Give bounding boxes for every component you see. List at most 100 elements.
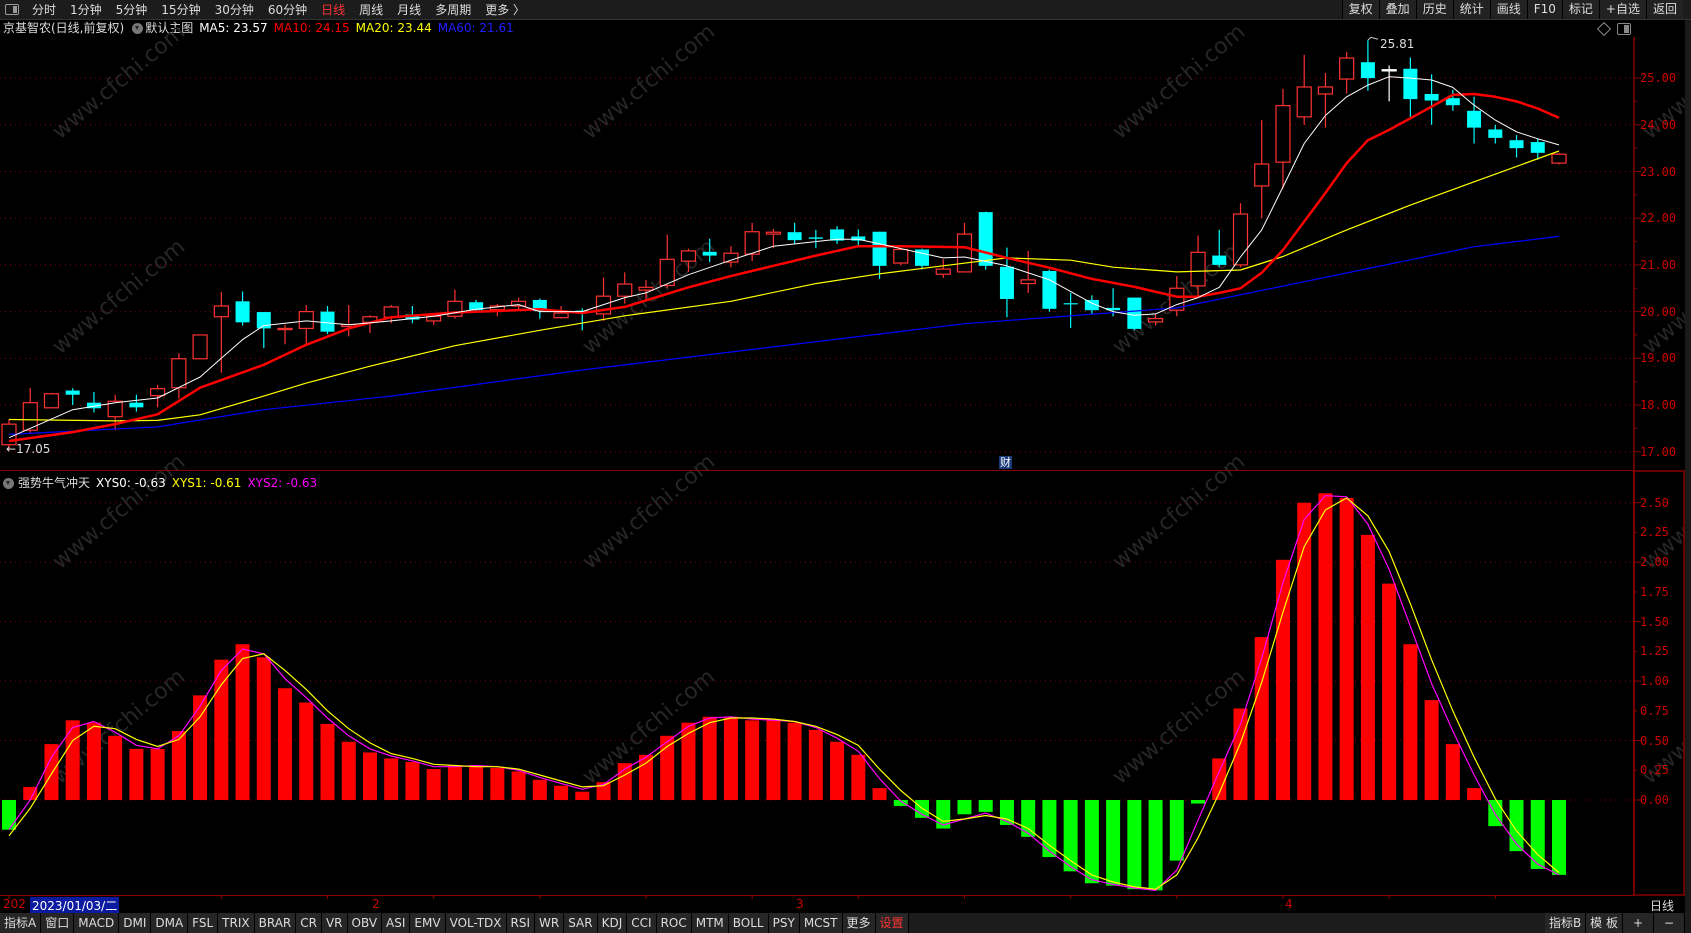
xys0-bar — [193, 695, 208, 800]
candle-body — [744, 231, 760, 255]
xys1-value: XYS1: -0.61 — [171, 476, 242, 490]
xys0-bar — [851, 754, 866, 800]
xys0-bar — [957, 800, 972, 815]
vertical-scrollbar[interactable] — [1685, 20, 1691, 913]
indicator-tab[interactable]: PSY — [768, 913, 800, 933]
indicator-tab[interactable]: ASI — [382, 913, 411, 933]
watermark: www.cfchi.com — [48, 449, 190, 574]
indicator-tab[interactable]: VR — [321, 913, 348, 933]
ma60-line — [8, 235, 1560, 435]
candle-body — [277, 327, 293, 331]
candle-body — [1212, 255, 1227, 265]
xys0-bar — [1084, 800, 1099, 884]
indicator-tab[interactable]: MTM — [691, 913, 729, 933]
indicator-b-button[interactable]: 指标B — [1544, 913, 1587, 933]
candle-body — [1530, 142, 1545, 153]
candle-body — [1296, 86, 1312, 118]
indicator-tab[interactable]: VOL-TDX — [445, 913, 507, 933]
indicator-tab[interactable]: SAR — [564, 913, 598, 933]
y-tick-label: 23.00 — [1640, 164, 1677, 179]
indicator-tab[interactable]: CCI — [627, 913, 657, 933]
candle-body — [1042, 270, 1057, 309]
indicator-tab[interactable]: KDJ — [597, 913, 628, 933]
xys0-bar — [1021, 800, 1036, 837]
xys0-bar — [702, 716, 717, 800]
y-tick-label: 2.25 — [1640, 525, 1669, 540]
candle-body — [192, 334, 208, 360]
y-tick-label: 21.00 — [1640, 257, 1677, 272]
indicator-tab[interactable]: 更多 — [842, 913, 876, 933]
xys0-bar — [86, 722, 101, 800]
xys0-bar — [299, 702, 314, 800]
candle-body — [1147, 318, 1164, 323]
finance-marker[interactable]: 财 — [999, 456, 1012, 469]
indicator-tab[interactable]: FSL — [188, 913, 219, 933]
watermark: www.cfchi.com — [1108, 449, 1250, 574]
y-tick-label: 0.25 — [1640, 763, 1669, 778]
indicator-tab[interactable]: OBV — [347, 913, 383, 933]
xys0-bar — [766, 720, 781, 800]
candle-body — [1360, 62, 1375, 79]
candle-body — [1127, 297, 1142, 329]
indicator-tab[interactable]: DMA — [151, 913, 189, 933]
xys0-bar — [1403, 644, 1418, 800]
xys0-bar — [44, 744, 59, 800]
indicator-tab[interactable]: 设置 — [875, 913, 909, 933]
zoom-out-button[interactable]: − — [1654, 913, 1685, 933]
candle-body — [765, 231, 781, 235]
candle-body — [320, 311, 335, 332]
xys0-bar — [1360, 534, 1375, 800]
xys0-bar — [681, 722, 696, 800]
xys0-bar — [426, 769, 441, 800]
high-price-label: 25.81 — [1380, 37, 1415, 51]
template-button[interactable]: 模 板 — [1586, 913, 1623, 933]
xys0-bar — [129, 748, 144, 800]
indicator-tab[interactable]: ROC — [656, 913, 692, 933]
candle-body — [129, 402, 144, 408]
candle-body — [1424, 93, 1439, 101]
candle-body — [617, 283, 633, 297]
indicator-tab[interactable]: CR — [296, 913, 322, 933]
watermark: www.cfchi.com — [48, 234, 190, 359]
xys2-value: XYS2: -0.63 — [247, 476, 318, 490]
indicator-tab[interactable]: 指标A — [0, 913, 42, 933]
xys0-bar — [256, 657, 271, 800]
candle-body — [1381, 69, 1397, 72]
xys0-bar — [469, 765, 484, 800]
zoom-in-button[interactable]: + — [1623, 913, 1654, 933]
indicator-tab[interactable]: BOLL — [728, 913, 769, 933]
y-tick-label: 0.00 — [1640, 793, 1669, 807]
xys0-bar — [554, 785, 569, 800]
indicator-tab[interactable]: 窗口 — [41, 913, 75, 933]
year-label: 202 — [3, 897, 26, 911]
indicator-tab[interactable]: MACD — [74, 913, 120, 933]
candle-body — [65, 390, 80, 395]
indicator-dropdown-icon[interactable] — [3, 477, 14, 489]
indicator-tab[interactable]: EMV — [410, 913, 446, 933]
indicator-tab[interactable]: DMI — [119, 913, 152, 933]
indicator-tab[interactable]: RSI — [506, 913, 536, 933]
y-tick-label: 1.25 — [1640, 644, 1669, 659]
candle-body — [956, 233, 973, 273]
xys0-bar — [150, 748, 165, 800]
indicator-tab[interactable]: MCST — [799, 913, 843, 933]
indicator-tab[interactable]: BRAR — [254, 913, 297, 933]
xys0-bar — [1148, 800, 1163, 891]
candle-body — [553, 312, 569, 319]
indicator-name[interactable]: 强势牛气冲天 — [18, 476, 90, 490]
candle-body — [1317, 86, 1334, 95]
xys0-bar — [808, 729, 823, 800]
kline-chart[interactable]: www.cfchi.com www.cfchi.com www.cfchi.com w… — [0, 0, 1691, 933]
month-label: 3 — [796, 897, 804, 911]
period-label: 日线 — [1649, 899, 1674, 913]
candle-body — [150, 388, 166, 397]
xys0-bar — [1254, 637, 1269, 800]
indicator-tab[interactable]: WR — [535, 913, 565, 933]
y-tick-label: 1.50 — [1640, 614, 1669, 629]
xys0-bar — [1169, 800, 1184, 861]
xys0-bar — [872, 788, 887, 800]
xys0-bar — [575, 791, 590, 800]
indicator-tab[interactable]: TRIX — [218, 913, 255, 933]
xys0-bar — [1127, 800, 1142, 890]
xys0-bar — [490, 767, 505, 800]
